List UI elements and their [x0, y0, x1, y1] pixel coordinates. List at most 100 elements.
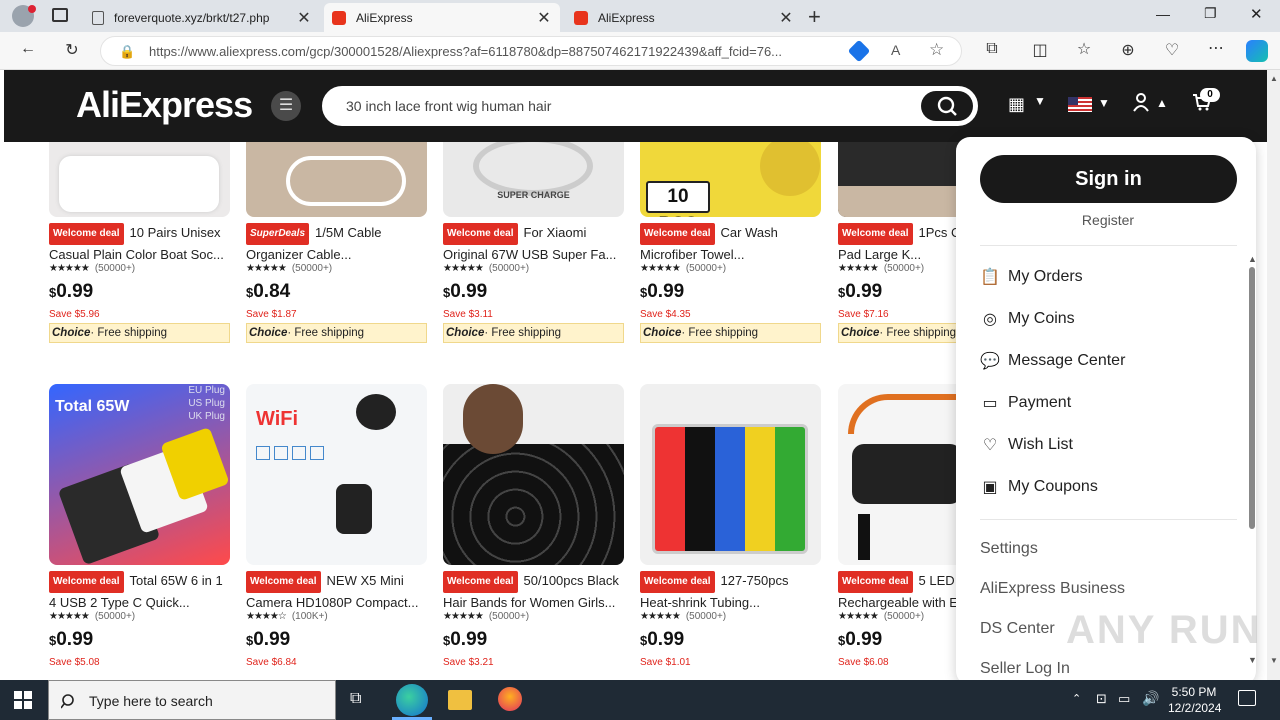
read-aloud-icon[interactable]: A [891, 42, 900, 58]
product-card[interactable]: Welcome deal 10 Pairs Unisex Casual Plain… [49, 142, 230, 343]
task-view-icon[interactable]: ⧉ [350, 690, 361, 708]
product-name[interactable]: Welcome deal Total 65W 6 in 1 4 USB 2 Typ… [49, 571, 230, 611]
menu-item-wish-list[interactable]: ♡ Wish List [980, 435, 1073, 455]
us-flag-icon[interactable] [1068, 97, 1092, 112]
user-account-icon[interactable] [1132, 92, 1150, 117]
scroll-down-icon[interactable]: ▼ [1270, 656, 1278, 665]
network-icon[interactable]: ▭ [1118, 691, 1130, 707]
product-name[interactable]: SuperDeals 1/5M Cable Organizer Cable... [246, 223, 427, 263]
page-scrollbar[interactable]: ▲ ▼ [1267, 70, 1280, 680]
edge-browser-icon[interactable] [396, 684, 428, 716]
product-card[interactable]: Welcome deal 50/100pcs Black Hair Bands f… [443, 384, 624, 671]
volume-icon[interactable]: 🔊 [1142, 690, 1159, 707]
minimize-icon[interactable]: — [1156, 6, 1170, 22]
split-screen-icon[interactable]: ◫ [1028, 40, 1052, 60]
tab-aliexpress[interactable]: AliExpress ✕ [566, 3, 802, 32]
chevron-up-icon[interactable]: ▲ [1156, 96, 1168, 110]
restore-icon[interactable]: ❐ [1204, 5, 1217, 22]
ds-center-link[interactable]: DS Center [980, 620, 1055, 638]
favorites-icon[interactable]: ☆ [1072, 39, 1096, 59]
close-icon[interactable]: ✕ [536, 8, 552, 28]
savings-text: Save $6.84 [246, 657, 297, 668]
product-image[interactable] [443, 384, 624, 565]
choice-shipping-tag: Choice· Free shipping [443, 323, 624, 343]
shopping-tag-icon[interactable] [847, 39, 871, 63]
product-image[interactable]: SUPER CHARGE [443, 142, 624, 217]
qr-code-icon[interactable]: ▦ [1008, 94, 1025, 115]
collections-icon[interactable]: ⊕ [1116, 40, 1140, 60]
product-name[interactable]: Welcome deal NEW X5 Mini Camera HD1080P C… [246, 571, 427, 611]
choice-label: Choice [52, 327, 91, 339]
chevron-down-icon[interactable]: ▼ [1034, 94, 1046, 108]
product-image[interactable] [246, 142, 427, 217]
product-name[interactable]: Welcome deal 50/100pcs Black Hair Bands f… [443, 571, 624, 611]
product-card[interactable]: Total 65W EU Plug US Plug UK Plug Welcom… [49, 384, 230, 671]
product-image[interactable] [49, 142, 230, 217]
more-options-icon[interactable]: ⋯ [1204, 38, 1228, 58]
firefox-icon[interactable] [498, 687, 522, 711]
close-icon[interactable]: ✕ [296, 8, 312, 28]
scroll-up-icon[interactable]: ▲ [1270, 74, 1278, 83]
product-name[interactable]: Welcome deal 10 Pairs Unisex Casual Plain… [49, 223, 230, 263]
product-name[interactable]: Welcome deal Car Wash Microfiber Towel... [640, 223, 821, 263]
product-image[interactable] [640, 384, 821, 565]
browser-essentials-icon[interactable]: ♡ [1160, 40, 1184, 60]
favorite-star-icon[interactable]: ☆ [929, 40, 944, 60]
product-card[interactable]: 10 PCS Welcome dealCar Wash Microfiber T… [640, 142, 821, 343]
network-status-icon[interactable]: ⊡ [1096, 691, 1107, 707]
address-bar[interactable]: 🔒 https://www.aliexpress.com/gcp/3000015… [100, 36, 962, 66]
product-image[interactable]: 10 PCS [640, 142, 821, 217]
tab-aliexpress-active[interactable]: AliExpress ✕ [324, 3, 560, 32]
menu-icon[interactable]: ☰ [271, 91, 301, 121]
menu-item-payment[interactable]: ▭ Payment [980, 393, 1071, 413]
new-tab-button[interactable]: + [808, 4, 821, 30]
aliexpress-business-link[interactable]: AliExpress Business [980, 580, 1125, 598]
product-image[interactable]: WiFi [246, 384, 427, 565]
url-text[interactable]: https://www.aliexpress.com/gcp/300001528… [149, 44, 839, 59]
settings-link[interactable]: Settings [980, 540, 1038, 558]
choice-label: Choice [643, 327, 682, 339]
sign-in-button[interactable]: Sign in [980, 155, 1237, 203]
choice-label: Choice [446, 327, 485, 339]
chevron-down-icon[interactable]: ▼ [1098, 96, 1110, 110]
close-window-icon[interactable]: ✕ [1250, 5, 1263, 23]
copilot-icon[interactable] [1246, 40, 1268, 62]
system-clock[interactable]: 5:50 PM 12/2/2024 [1168, 684, 1221, 716]
product-image[interactable]: Total 65W EU Plug US Plug UK Plug [49, 384, 230, 565]
product-card[interactable]: WiFi Welcome deal NEW X5 Mini Camera HD10… [246, 384, 427, 671]
product-card[interactable]: Welcome deal 127-750pcs Heat-shrink Tubin… [640, 384, 821, 671]
product-rating: ★★★★★ (50000+) [443, 263, 624, 277]
register-link[interactable]: Register [956, 212, 1256, 228]
product-name[interactable]: Welcome deal 127-750pcs Heat-shrink Tubin… [640, 571, 821, 611]
tab-foreverquote[interactable]: foreverquote.xyz/brkt/t27.php ✕ [84, 3, 320, 32]
seller-login-link[interactable]: Seller Log In [980, 660, 1070, 678]
taskbar-search-input[interactable]: Type here to search [89, 693, 213, 709]
reload-icon[interactable]: ↻ [60, 40, 84, 60]
product-name[interactable]: Welcome deal For Xiaomi Original 67W USB … [443, 223, 624, 263]
taskbar-search[interactable]: Type here to search [48, 680, 336, 720]
notifications-icon[interactable] [1238, 690, 1256, 706]
dropdown-scrollbar-thumb[interactable] [1249, 267, 1255, 529]
chevron-up-icon[interactable]: ⌃ [1072, 692, 1081, 705]
windows-start-icon[interactable] [14, 691, 32, 709]
tab-actions-icon[interactable] [52, 8, 68, 22]
flag-canton [1068, 97, 1078, 105]
search-button[interactable] [921, 91, 973, 121]
search-bar[interactable]: 30 inch lace front wig human hair [322, 86, 978, 126]
extensions-icon[interactable]: ⧉ [980, 40, 1004, 58]
file-explorer-icon[interactable] [448, 690, 472, 710]
menu-item-my-orders[interactable]: 📋 My Orders [980, 267, 1083, 287]
scroll-up-icon[interactable]: ▲ [1248, 254, 1256, 264]
close-icon[interactable]: ✕ [778, 8, 794, 28]
aliexpress-logo[interactable]: AliExpress [76, 84, 253, 126]
product-card[interactable]: SUPER CHARGE Welcome deal For Xiaomi Orig… [443, 142, 624, 343]
menu-item-my-coupons[interactable]: ▣ My Coupons [980, 477, 1097, 497]
menu-item-my-coins[interactable]: ◎ My Coins [980, 309, 1075, 329]
search-input[interactable]: 30 inch lace front wig human hair [346, 98, 551, 114]
product-card[interactable]: SuperDeals 1/5M Cable Organizer Cable... … [246, 142, 427, 343]
price-value: 0.99 [253, 629, 291, 650]
back-icon[interactable]: ← [16, 40, 40, 58]
lock-icon[interactable]: 🔒 [119, 44, 135, 60]
scroll-down-icon[interactable]: ▼ [1248, 655, 1256, 665]
menu-item-message-center[interactable]: 💬 Message Center [980, 351, 1125, 371]
